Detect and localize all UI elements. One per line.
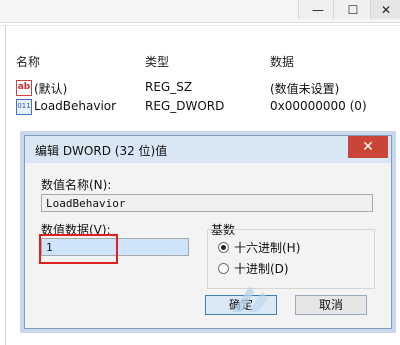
value-name-label: 数值名称(N): (41, 178, 112, 192)
highlight-annotation-box (39, 234, 118, 264)
list-row[interactable]: 011 LoadBehavior REG_DWORD 0x00000000 (0… (8, 97, 400, 117)
row-data: (数值未设置) (270, 82, 340, 96)
window-title-bar: — ☐ ✕ (0, 0, 400, 23)
radio-hex[interactable] (218, 242, 229, 253)
dialog-close-button[interactable]: ✕ (348, 136, 388, 158)
column-header-data[interactable]: 数据 (270, 53, 294, 70)
radio-decimal[interactable] (218, 263, 229, 274)
row-type: REG_SZ (145, 80, 193, 94)
maximize-button[interactable]: ☐ (333, 0, 372, 19)
value-name-field[interactable]: LoadBehavior (41, 194, 373, 212)
list-header: 名称 类型 数据 (8, 53, 400, 71)
dialog-title-bar: 编辑 DWORD (32 位)值 ✕ (25, 136, 391, 163)
radio-decimal-label[interactable]: 十进制(D) (234, 260, 289, 277)
maximize-icon: ☐ (347, 2, 359, 17)
minimize-button[interactable]: — (298, 0, 337, 19)
registry-tree-pane[interactable] (0, 26, 6, 345)
row-data: 0x00000000 (0) (270, 99, 367, 113)
row-name: LoadBehavior (34, 99, 117, 113)
radio-hex-label[interactable]: 十六进制(H) (234, 239, 300, 256)
edit-dword-dialog: 编辑 DWORD (32 位)值 ✕ 数值名称(N): LoadBehavior… (24, 135, 392, 329)
close-window-button[interactable]: ✕ (370, 0, 400, 19)
radix-group: 十六进制(H) 十进制(D) (207, 229, 375, 289)
dialog-title: 编辑 DWORD (32 位)值 (35, 144, 168, 158)
row-type: REG_DWORD (145, 99, 225, 113)
close-icon: ✕ (380, 2, 392, 17)
watermark-logo (232, 286, 268, 312)
column-header-type[interactable]: 类型 (145, 53, 169, 70)
column-header-name[interactable]: 名称 (16, 53, 40, 70)
minimize-icon: — (312, 2, 324, 17)
row-name: (默认) (34, 82, 68, 96)
string-value-icon: ab (16, 80, 32, 96)
close-icon: ✕ (362, 139, 374, 155)
list-row[interactable]: ab (默认) REG_SZ (数值未设置) (8, 78, 400, 98)
toolbar-divider (0, 25, 400, 26)
binary-value-icon: 011 (16, 99, 32, 115)
cancel-button[interactable]: 取消 (295, 295, 367, 315)
